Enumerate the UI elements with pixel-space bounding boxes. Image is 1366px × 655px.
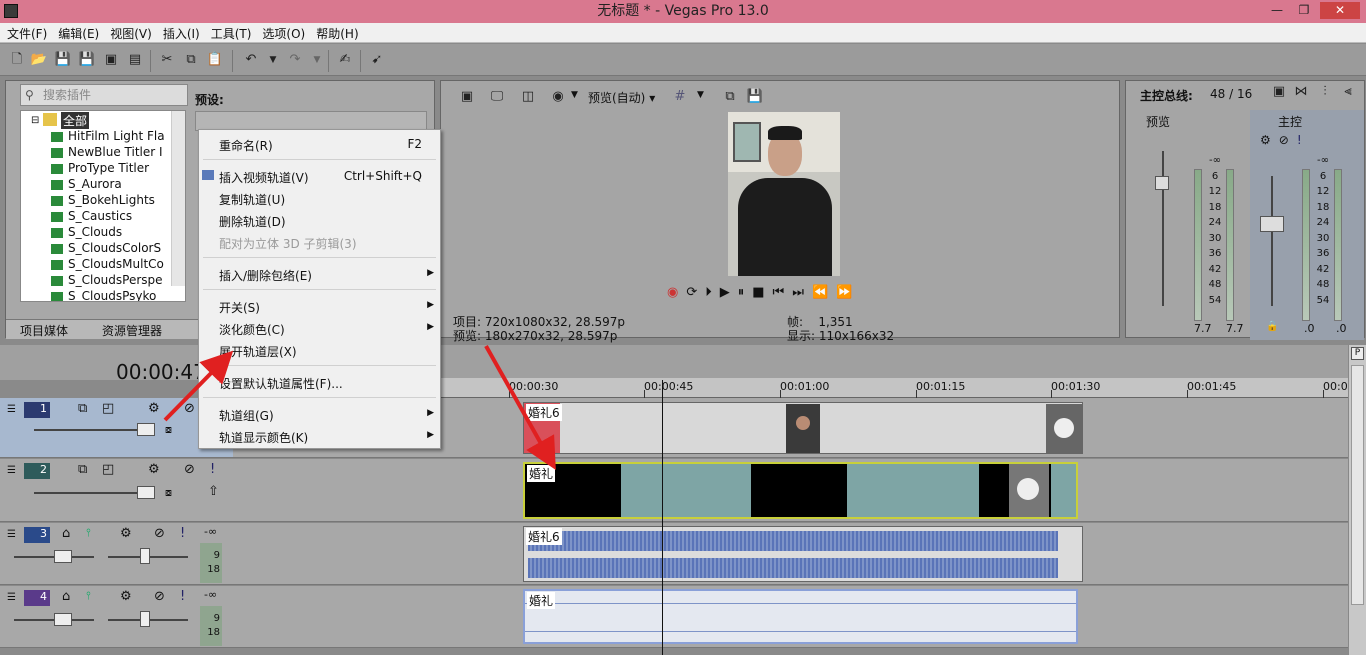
annotation-arrows (163, 345, 556, 470)
arrow-to-clip (484, 345, 556, 470)
arrow-to-expand-layers (163, 350, 234, 422)
